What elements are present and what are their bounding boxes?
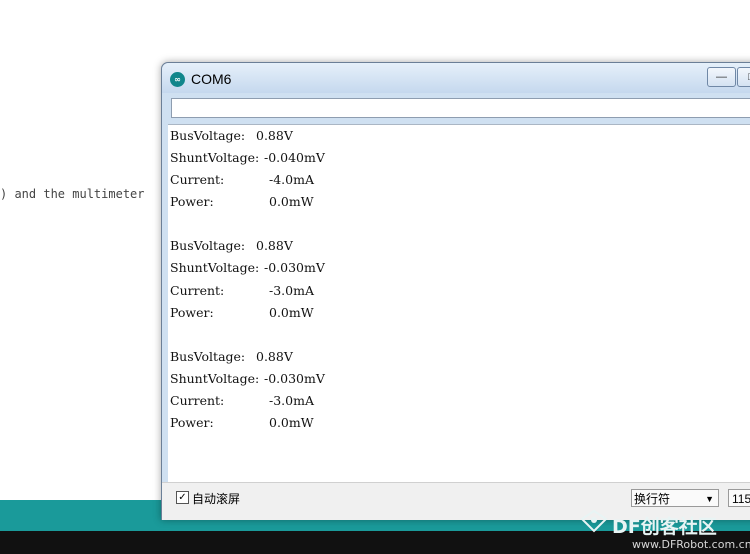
- power-label: Power:: [170, 415, 214, 430]
- current-label: Current:: [170, 283, 225, 298]
- bus-voltage-value: 0.88V: [256, 349, 293, 364]
- window-title: COM6: [191, 71, 232, 87]
- autoscroll-checkbox[interactable]: ✓: [176, 491, 189, 504]
- shunt-voltage-value: -0.030mV: [264, 260, 325, 275]
- current-value: -3.0mA: [269, 393, 314, 408]
- power-label: Power:: [170, 194, 214, 209]
- baud-rate-select[interactable]: 115: [728, 489, 750, 507]
- serial-output: BusVoltage: 0.88V ShuntVoltage: -0.040mV…: [168, 124, 750, 482]
- line-ending-value: 换行符: [634, 492, 671, 506]
- bus-voltage-label: BusVoltage:: [170, 349, 246, 364]
- dfrobot-logo-icon: [580, 509, 608, 533]
- title-bar[interactable]: ∞ COM6 — □: [162, 63, 750, 93]
- bus-voltage-label: BusVoltage:: [170, 128, 246, 143]
- minimize-button[interactable]: —: [707, 67, 736, 87]
- shunt-voltage-label: ShuntVoltage:: [170, 150, 260, 165]
- autoscroll-label[interactable]: 自动滚屏: [192, 490, 240, 507]
- shunt-voltage-label: ShuntVoltage:: [170, 371, 260, 386]
- power-value: 0.0mW: [269, 194, 314, 209]
- line-ending-select[interactable]: 换行符 ▼: [631, 489, 719, 507]
- watermark-url: www.DFRobot.com.cn: [632, 538, 750, 551]
- serial-monitor-window: ∞ COM6 — □ BusVoltage: 0.88V ShuntVoltag…: [161, 62, 750, 520]
- current-label: Current:: [170, 393, 225, 408]
- power-value: 0.0mW: [269, 305, 314, 320]
- bus-voltage-value: 0.88V: [256, 238, 293, 253]
- background-editor-text: ) and the multimeter: [0, 187, 145, 201]
- current-label: Current:: [170, 172, 225, 187]
- arduino-icon: ∞: [170, 72, 185, 87]
- bus-voltage-value: 0.88V: [256, 128, 293, 143]
- bus-voltage-label: BusVoltage:: [170, 238, 246, 253]
- current-value: -4.0mA: [269, 172, 314, 187]
- chevron-down-icon: ▼: [705, 494, 714, 504]
- shunt-voltage-value: -0.040mV: [264, 150, 325, 165]
- current-value: -3.0mA: [269, 283, 314, 298]
- shunt-voltage-label: ShuntVoltage:: [170, 260, 260, 275]
- power-value: 0.0mW: [269, 415, 314, 430]
- shunt-voltage-value: -0.030mV: [264, 371, 325, 386]
- serial-input[interactable]: [171, 98, 750, 118]
- maximize-button[interactable]: □: [737, 67, 750, 87]
- power-label: Power:: [170, 305, 214, 320]
- watermark-brand: DF创客社区: [612, 516, 717, 538]
